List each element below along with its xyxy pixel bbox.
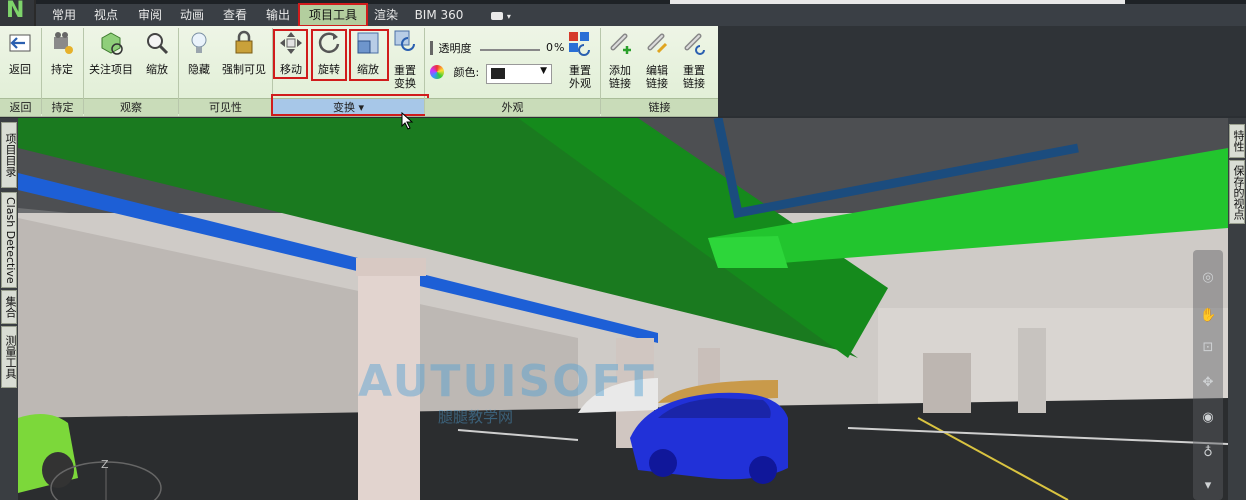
panel-tab-clash-detective[interactable]: Clash Detective — [1, 192, 17, 288]
scale-highlight — [349, 29, 389, 81]
reset-link-icon — [684, 33, 705, 55]
group-label-back: 返回 — [0, 98, 41, 116]
tab-item-tools[interactable]: 项目工具 — [298, 3, 368, 27]
app-logo[interactable]: N — [0, 0, 36, 28]
tab-bim360[interactable]: BIM 360 — [414, 4, 464, 26]
pan-hand-icon[interactable]: ✋ — [1200, 308, 1216, 324]
lightbulb-icon — [191, 32, 207, 53]
edit-link-icon — [647, 33, 668, 54]
tab-extra-dropdown[interactable]: ▾ — [486, 4, 516, 26]
hold-button[interactable]: 持定 — [44, 26, 80, 98]
force-visible-button[interactable]: 强制可见 — [218, 26, 270, 98]
panel-tab-measure-tools[interactable]: 测量工具 — [1, 326, 17, 388]
color-swatch — [491, 68, 505, 79]
edit-link-button[interactable]: 编辑 链接 — [640, 26, 674, 98]
transparency-value[interactable]: 0 — [546, 41, 553, 54]
watermark-text: AUTUISOFT — [358, 356, 656, 407]
tab-animation[interactable]: 动画 — [178, 4, 206, 26]
group-label-visibility: 可见性 — [179, 98, 272, 116]
3d-viewport[interactable]: AUTUISOFT 腿腿教学网 Z — [18, 118, 1228, 500]
group-label-observe: 观察 — [84, 98, 178, 116]
left-dock: 项目目录 Clash Detective 集合 测量工具 — [0, 118, 18, 500]
magnifier-icon — [147, 33, 169, 55]
hold-icon — [54, 32, 73, 54]
lock-icon — [235, 30, 253, 54]
tab-viewpoint[interactable]: 视点 — [92, 4, 120, 26]
panel-tab-properties[interactable]: 特性 — [1229, 124, 1245, 158]
tab-view[interactable]: 查看 — [221, 4, 249, 26]
watermark-subtext: 腿腿教学网 — [438, 408, 514, 426]
chevron-down-icon: ▾ — [506, 12, 511, 21]
reset-appearance-icon — [569, 32, 590, 56]
color-label: 颜色: — [453, 66, 480, 79]
tab-home[interactable]: 常用 — [50, 4, 78, 26]
reset-appearance-button[interactable]: 重置 外观 — [565, 26, 595, 98]
hide-button[interactable]: 隐藏 — [181, 26, 217, 98]
right-dock: 特性 保存的视点 — [1228, 118, 1246, 500]
move-highlight — [273, 29, 308, 79]
chevron-down-icon[interactable]: ▾ — [1200, 478, 1216, 494]
reset-link-button[interactable]: 重置 链接 — [677, 26, 711, 98]
steering-wheel-icon[interactable]: ◎ — [1200, 270, 1216, 286]
reset-transform-icon — [394, 30, 415, 51]
zoom-observe-button[interactable]: 缩放 — [139, 26, 175, 98]
panel-tab-project-catalog[interactable]: 项目目录 — [1, 122, 17, 188]
orbit-icon[interactable]: ✥ — [1200, 375, 1216, 391]
add-link-button[interactable]: 添加 链接 — [603, 26, 637, 98]
reset-transform-button[interactable]: 重置 变换 — [390, 26, 420, 98]
transparency-row: 透明度 0 % — [430, 40, 565, 58]
color-row: 颜色: ▼ — [430, 64, 565, 86]
color-palette-icon — [430, 65, 444, 79]
walk-icon[interactable]: ♁ — [1200, 445, 1216, 461]
navigation-bar: ◎ ✋ ⊡ ✥ ◉ ♁ ▾ — [1193, 250, 1223, 500]
focus-item-button[interactable]: 关注项目 — [86, 26, 136, 98]
tab-review[interactable]: 审阅 — [136, 4, 164, 26]
transparency-icon — [430, 41, 433, 55]
axis-label: Z — [101, 458, 109, 471]
focus-cube-icon — [101, 32, 123, 55]
transparency-label: 透明度 — [438, 42, 472, 55]
ribbon-empty-area — [718, 26, 1246, 116]
rotate-highlight — [311, 29, 347, 81]
color-dropdown[interactable]: ▼ — [486, 64, 552, 84]
mouse-cursor-icon — [401, 112, 414, 130]
zoom-window-icon[interactable]: ⊡ — [1200, 340, 1216, 356]
tab-output[interactable]: 输出 — [264, 4, 292, 26]
group-label-hold: 持定 — [42, 98, 83, 116]
group-label-links: 链接 — [601, 98, 718, 116]
chevron-down-icon: ▼ — [540, 66, 547, 76]
camera-icon — [491, 11, 504, 20]
tab-render[interactable]: 渲染 — [372, 4, 400, 26]
back-arrow-icon — [9, 34, 31, 52]
group-label-appearance: 外观 — [425, 98, 600, 116]
panel-tab-sets[interactable]: 集合 — [1, 290, 17, 324]
back-button[interactable]: 返回 — [2, 26, 38, 98]
transparency-unit: % — [554, 41, 565, 54]
panel-tab-saved-viewpoints[interactable]: 保存的视点 — [1229, 160, 1245, 224]
look-icon[interactable]: ◉ — [1200, 410, 1216, 426]
menu-tab-row: 常用 视点 审阅 动画 查看 输出 项目工具 渲染 BIM 360 ▾ — [0, 3, 1246, 27]
add-link-icon — [610, 33, 631, 54]
transparency-slider[interactable] — [480, 49, 540, 51]
parking-garage-scene — [18, 118, 1228, 500]
ribbon-panel: 返回 持定 关注项目 缩放 隐藏 强制可见 移动 旋转 缩放 重置 变换 透明度… — [0, 26, 718, 117]
